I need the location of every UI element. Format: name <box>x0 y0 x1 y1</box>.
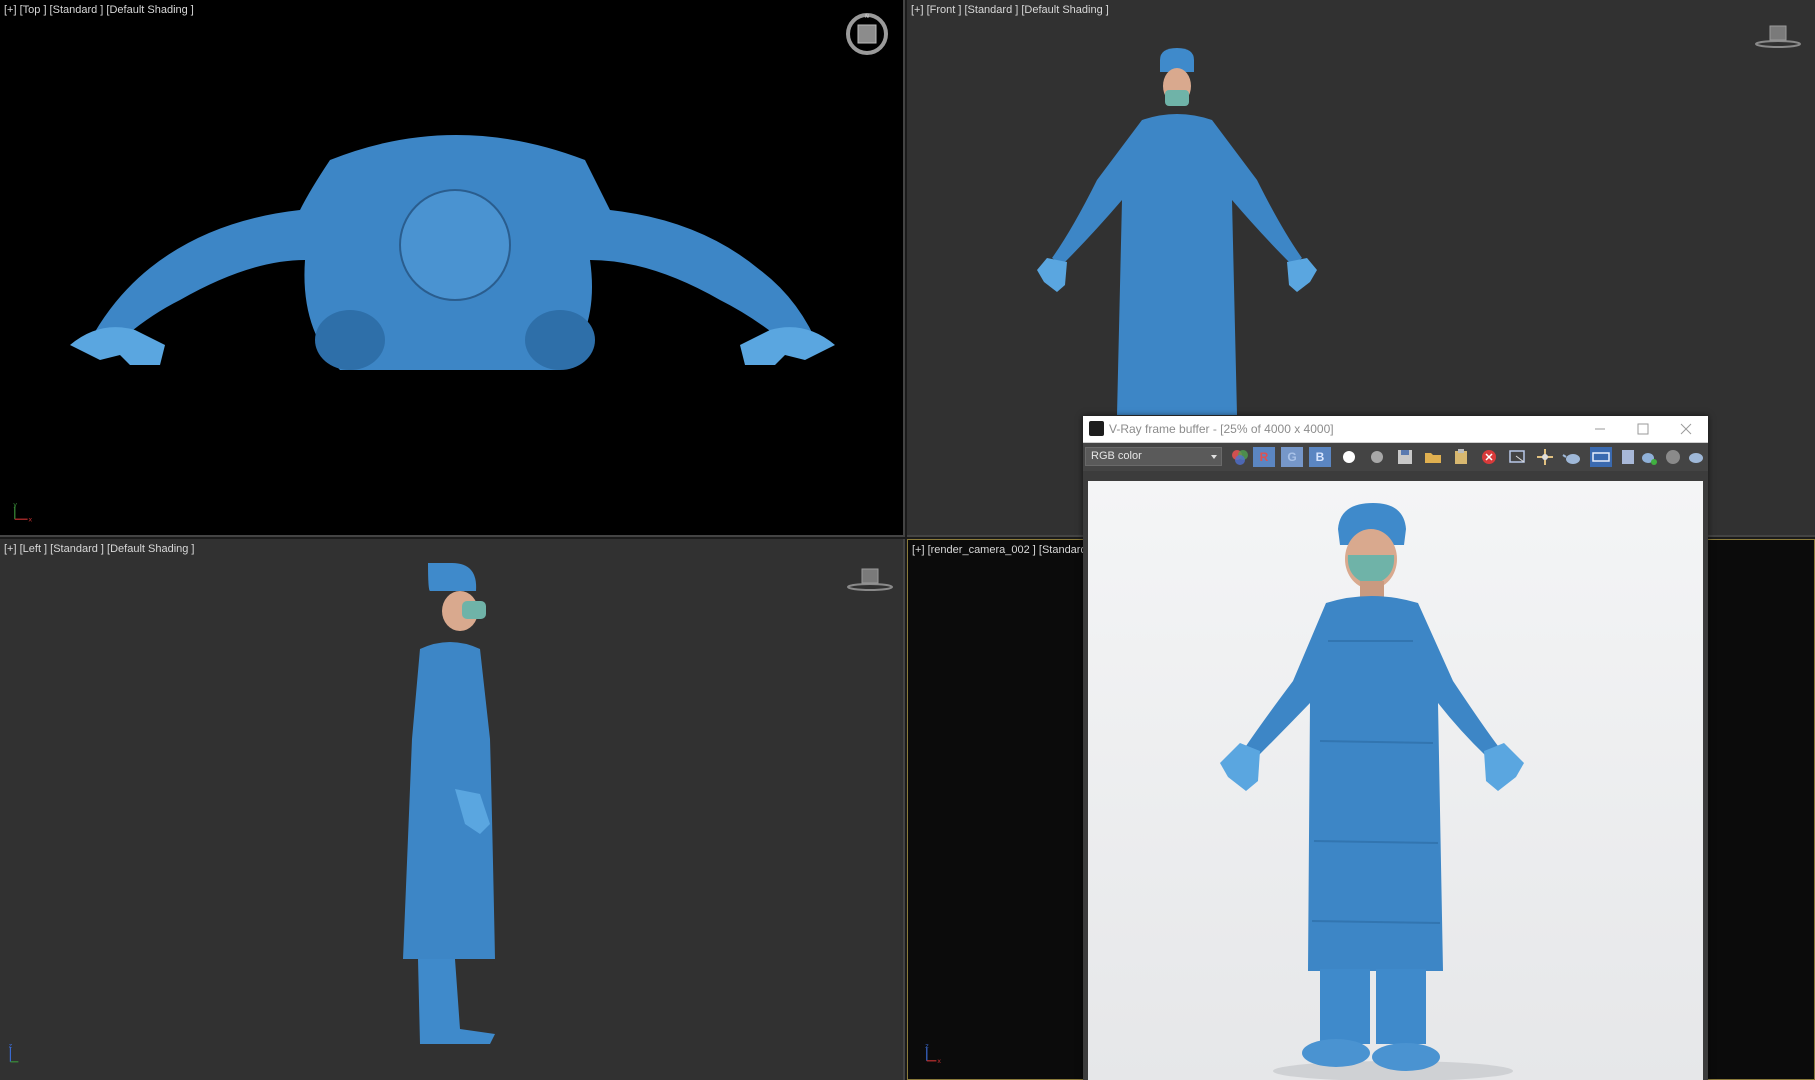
lens-effects-icon[interactable] <box>1618 447 1640 467</box>
save-icon[interactable] <box>1394 447 1416 467</box>
axis-y-label: y <box>13 500 17 508</box>
follow-mouse-icon[interactable] <box>1534 447 1556 467</box>
axis-z-label: z <box>9 1041 13 1049</box>
open-folder-icon[interactable] <box>1422 447 1444 467</box>
left-view-figure <box>403 563 495 1044</box>
axis-tripod-icon: z <box>9 1041 19 1063</box>
viewport-camera-label[interactable]: [+] [render_camera_002 ] [Standard <box>912 544 1087 556</box>
axis-tripod-icon: z x <box>925 1042 941 1064</box>
vray-frame-buffer-window[interactable]: V-Ray frame buffer - [25% of 4000 x 4000… <box>1083 416 1708 1080</box>
color-picker-icon[interactable] <box>1229 447 1251 467</box>
chevron-down-icon <box>1211 455 1217 459</box>
minimize-icon[interactable] <box>1580 416 1620 442</box>
maximize-icon[interactable] <box>1623 416 1663 442</box>
render-canvas <box>1088 481 1703 1080</box>
render-teapot-icon[interactable] <box>1562 447 1584 467</box>
gray-circle-icon[interactable] <box>1366 447 1388 467</box>
compare-icon[interactable] <box>1590 447 1612 467</box>
clear-icon[interactable] <box>1478 447 1500 467</box>
top-view-figure <box>70 135 835 370</box>
render-region-teapot-icon[interactable] <box>1638 447 1660 467</box>
region-icon[interactable] <box>1506 447 1528 467</box>
axis-x-label: x <box>937 1057 941 1064</box>
blue-channel-button[interactable]: B <box>1309 447 1331 467</box>
axis-x-label: x <box>28 516 32 524</box>
viewport-top[interactable]: [+] [Top ] [Standard ] [Default Shading … <box>0 0 905 537</box>
vfb-toolbar: RGB color R G B <box>1083 443 1708 471</box>
close-icon[interactable] <box>1666 416 1706 442</box>
channel-select[interactable]: RGB color <box>1085 447 1222 466</box>
axis-tripod-icon: y x <box>13 500 32 524</box>
white-circle-icon[interactable] <box>1338 447 1360 467</box>
stop-icon[interactable] <box>1662 447 1684 467</box>
clipboard-icon[interactable] <box>1450 447 1472 467</box>
axis-z-label: z <box>925 1042 929 1050</box>
red-channel-button[interactable]: R <box>1253 447 1275 467</box>
channel-select-value: RGB color <box>1091 450 1142 462</box>
viewport-left[interactable]: [+] [Left ] [Standard ] [Default Shading… <box>0 539 905 1080</box>
green-channel-button[interactable]: G <box>1281 447 1303 467</box>
vray-logo-icon <box>1089 421 1104 436</box>
rendered-surgeon-image <box>1088 481 1703 1080</box>
render-icon[interactable] <box>1685 447 1707 467</box>
vfb-titlebar[interactable]: V-Ray frame buffer - [25% of 4000 x 4000… <box>1083 416 1708 443</box>
vfb-title: V-Ray frame buffer - [25% of 4000 x 4000… <box>1109 422 1334 436</box>
